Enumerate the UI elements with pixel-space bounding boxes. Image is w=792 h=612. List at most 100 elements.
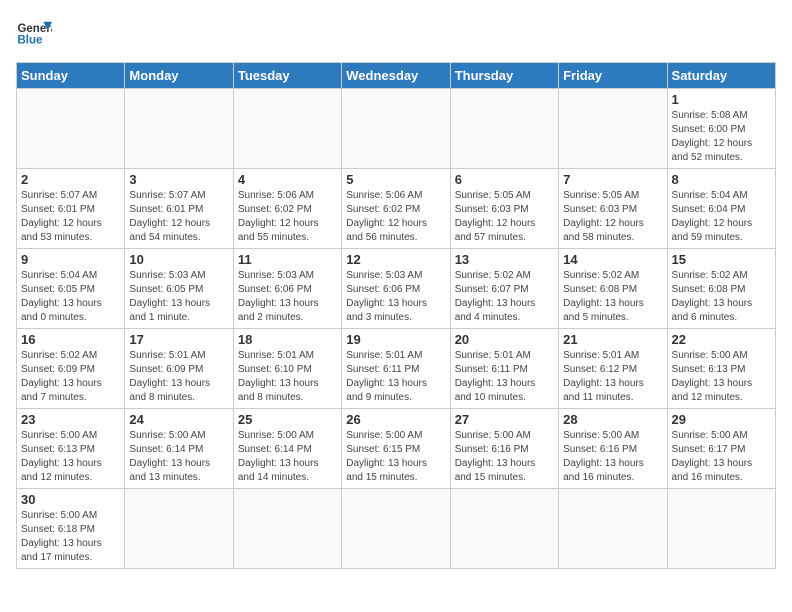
day-number: 4 [238, 172, 337, 187]
day-info: Sunrise: 5:00 AM Sunset: 6:14 PM Dayligh… [129, 429, 228, 485]
calendar-week-row: 1Sunrise: 5:08 AM Sunset: 6:00 PM Daylig… [17, 89, 776, 169]
day-info: Sunrise: 5:02 AM Sunset: 6:09 PM Dayligh… [21, 349, 120, 405]
weekday-header-wednesday: Wednesday [342, 63, 450, 89]
day-number: 7 [563, 172, 662, 187]
calendar-week-row: 23 Sunrise: 5:00 AM Sunset: 6:13 PM Dayli… [17, 409, 776, 489]
day-info: Sunrise: 5:02 AM Sunset: 6:08 PM Dayligh… [672, 269, 771, 325]
calendar-cell [450, 489, 558, 569]
day-number: 12 [346, 252, 445, 267]
day-info: Sunrise: 5:01 AM Sunset: 6:12 PM Dayligh… [563, 349, 662, 405]
day-number: 6 [455, 172, 554, 187]
calendar-cell: 16Sunrise: 5:02 AM Sunset: 6:09 PM Dayli… [17, 329, 125, 409]
day-info: Sunrise: 5:00 AM Sunset: 6:16 PM Dayligh… [455, 429, 554, 485]
calendar-cell: 3Sunrise: 5:07 AM Sunset: 6:01 PM Daylig… [125, 169, 233, 249]
day-info: Sunrise: 5:01 AM Sunset: 6:11 PM Dayligh… [455, 349, 554, 405]
calendar-week-row: 16Sunrise: 5:02 AM Sunset: 6:09 PM Dayli… [17, 329, 776, 409]
day-number: 18 [238, 332, 337, 347]
calendar-cell [125, 89, 233, 169]
calendar-cell: 27 Sunrise: 5:00 AM Sunset: 6:16 PM Dayli… [450, 409, 558, 489]
day-number: 24 [129, 412, 228, 427]
calendar-cell [233, 89, 341, 169]
day-info: Sunrise: 5:00 AM Sunset: 6:14 PM Dayligh… [238, 429, 337, 485]
day-info: Sunrise: 5:07 AM Sunset: 6:01 PM Dayligh… [129, 189, 228, 245]
calendar-table: SundayMondayTuesdayWednesdayThursdayFrid… [16, 62, 776, 569]
calendar-cell: 7 Sunrise: 5:05 AM Sunset: 6:03 PM Daylig… [559, 169, 667, 249]
day-number: 9 [21, 252, 120, 267]
calendar-cell: 25 Sunrise: 5:00 AM Sunset: 6:14 PM Dayli… [233, 409, 341, 489]
calendar-cell: 28Sunrise: 5:00 AM Sunset: 6:16 PM Dayli… [559, 409, 667, 489]
day-info: Sunrise: 5:06 AM Sunset: 6:02 PM Dayligh… [238, 189, 337, 245]
weekday-header-friday: Friday [559, 63, 667, 89]
calendar-cell: 19 Sunrise: 5:01 AM Sunset: 6:11 PM Dayli… [342, 329, 450, 409]
calendar-cell: 1Sunrise: 5:08 AM Sunset: 6:00 PM Daylig… [667, 89, 775, 169]
weekday-header-row: SundayMondayTuesdayWednesdayThursdayFrid… [17, 63, 776, 89]
day-info: Sunrise: 5:04 AM Sunset: 6:04 PM Dayligh… [672, 189, 771, 245]
day-number: 22 [672, 332, 771, 347]
calendar-week-row: 9 Sunrise: 5:04 AM Sunset: 6:05 PM Daylig… [17, 249, 776, 329]
day-number: 8 [672, 172, 771, 187]
calendar-cell: 26 Sunrise: 5:00 AM Sunset: 6:15 PM Dayli… [342, 409, 450, 489]
logo: General Blue [16, 16, 52, 52]
day-info: Sunrise: 5:03 AM Sunset: 6:06 PM Dayligh… [346, 269, 445, 325]
day-info: Sunrise: 5:00 AM Sunset: 6:15 PM Dayligh… [346, 429, 445, 485]
calendar-cell: 14 Sunrise: 5:02 AM Sunset: 6:08 PM Dayli… [559, 249, 667, 329]
calendar-week-row: 30Sunrise: 5:00 AM Sunset: 6:18 PM Dayli… [17, 489, 776, 569]
day-info: Sunrise: 5:03 AM Sunset: 6:06 PM Dayligh… [238, 269, 337, 325]
day-info: Sunrise: 5:00 AM Sunset: 6:13 PM Dayligh… [21, 429, 120, 485]
calendar-cell: 24 Sunrise: 5:00 AM Sunset: 6:14 PM Dayli… [125, 409, 233, 489]
day-info: Sunrise: 5:07 AM Sunset: 6:01 PM Dayligh… [21, 189, 120, 245]
calendar-cell [450, 89, 558, 169]
weekday-header-tuesday: Tuesday [233, 63, 341, 89]
day-number: 1 [672, 92, 771, 107]
day-info: Sunrise: 5:06 AM Sunset: 6:02 PM Dayligh… [346, 189, 445, 245]
day-number: 29 [672, 412, 771, 427]
day-number: 11 [238, 252, 337, 267]
calendar-cell: 12 Sunrise: 5:03 AM Sunset: 6:06 PM Dayli… [342, 249, 450, 329]
calendar-cell [342, 89, 450, 169]
day-number: 14 [563, 252, 662, 267]
day-info: Sunrise: 5:04 AM Sunset: 6:05 PM Dayligh… [21, 269, 120, 325]
calendar-cell: 21 Sunrise: 5:01 AM Sunset: 6:12 PM Dayli… [559, 329, 667, 409]
calendar-cell: 22Sunrise: 5:00 AM Sunset: 6:13 PM Dayli… [667, 329, 775, 409]
weekday-header-monday: Monday [125, 63, 233, 89]
day-info: Sunrise: 5:02 AM Sunset: 6:08 PM Dayligh… [563, 269, 662, 325]
calendar-cell [559, 89, 667, 169]
calendar-cell: 29 Sunrise: 5:00 AM Sunset: 6:17 PM Dayli… [667, 409, 775, 489]
calendar-week-row: 2 Sunrise: 5:07 AM Sunset: 6:01 PM Daylig… [17, 169, 776, 249]
day-number: 19 [346, 332, 445, 347]
calendar-cell: 13Sunrise: 5:02 AM Sunset: 6:07 PM Dayli… [450, 249, 558, 329]
calendar-cell: 2 Sunrise: 5:07 AM Sunset: 6:01 PM Daylig… [17, 169, 125, 249]
calendar-cell: 9 Sunrise: 5:04 AM Sunset: 6:05 PM Daylig… [17, 249, 125, 329]
day-number: 2 [21, 172, 120, 187]
day-number: 21 [563, 332, 662, 347]
day-number: 25 [238, 412, 337, 427]
calendar-cell: 15 Sunrise: 5:02 AM Sunset: 6:08 PM Dayli… [667, 249, 775, 329]
day-number: 26 [346, 412, 445, 427]
calendar-cell [17, 89, 125, 169]
day-info: Sunrise: 5:00 AM Sunset: 6:18 PM Dayligh… [21, 509, 120, 565]
day-number: 27 [455, 412, 554, 427]
header: General Blue [16, 16, 776, 52]
day-info: Sunrise: 5:05 AM Sunset: 6:03 PM Dayligh… [563, 189, 662, 245]
calendar-cell: 30Sunrise: 5:00 AM Sunset: 6:18 PM Dayli… [17, 489, 125, 569]
day-number: 15 [672, 252, 771, 267]
calendar-cell [559, 489, 667, 569]
day-number: 23 [21, 412, 120, 427]
calendar-cell: 10Sunrise: 5:03 AM Sunset: 6:05 PM Dayli… [125, 249, 233, 329]
day-info: Sunrise: 5:01 AM Sunset: 6:11 PM Dayligh… [346, 349, 445, 405]
day-number: 5 [346, 172, 445, 187]
day-info: Sunrise: 5:00 AM Sunset: 6:17 PM Dayligh… [672, 429, 771, 485]
calendar-cell: 5 Sunrise: 5:06 AM Sunset: 6:02 PM Daylig… [342, 169, 450, 249]
day-info: Sunrise: 5:01 AM Sunset: 6:09 PM Dayligh… [129, 349, 228, 405]
day-number: 13 [455, 252, 554, 267]
calendar-cell [125, 489, 233, 569]
day-number: 17 [129, 332, 228, 347]
weekday-header-sunday: Sunday [17, 63, 125, 89]
calendar-cell [342, 489, 450, 569]
calendar-cell [667, 489, 775, 569]
day-number: 20 [455, 332, 554, 347]
day-number: 28 [563, 412, 662, 427]
weekday-header-saturday: Saturday [667, 63, 775, 89]
day-info: Sunrise: 5:01 AM Sunset: 6:10 PM Dayligh… [238, 349, 337, 405]
calendar-cell: 20 Sunrise: 5:01 AM Sunset: 6:11 PM Dayli… [450, 329, 558, 409]
